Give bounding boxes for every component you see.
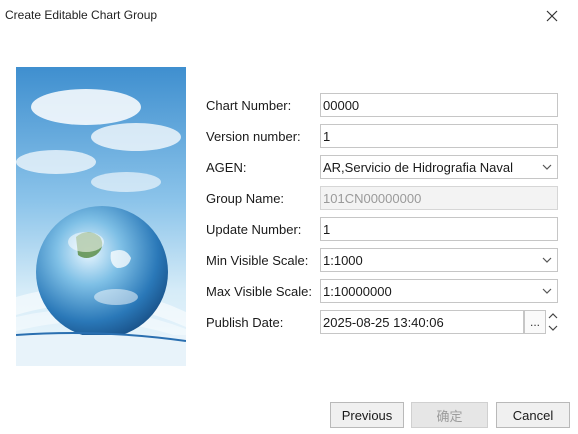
chart-number-value: 00000 <box>323 98 360 113</box>
publish-date-input[interactable]: 2025-08-25 13:40:06 <box>320 310 524 334</box>
chevron-down-icon <box>542 257 552 263</box>
update-number-input[interactable]: 1 <box>320 217 558 241</box>
close-icon <box>546 10 558 22</box>
spin-down-button[interactable] <box>547 322 559 334</box>
min-visible-scale-label: Min Visible Scale: <box>206 253 309 268</box>
min-visible-scale-select[interactable]: 1:1000 <box>320 248 558 272</box>
chart-number-input[interactable]: 00000 <box>320 93 558 117</box>
agen-label: AGEN: <box>206 160 247 175</box>
wizard-illustration <box>16 67 186 366</box>
max-visible-scale-select[interactable]: 1:10000000 <box>320 279 558 303</box>
max-visible-scale-value: 1:10000000 <box>323 284 392 299</box>
ok-button: 确定 <box>411 402 488 428</box>
publish-date-value: 2025-08-25 13:40:06 <box>323 315 444 330</box>
version-number-input[interactable]: 1 <box>320 124 558 148</box>
date-picker-button[interactable]: ... <box>524 310 546 334</box>
group-name-input: 101CN00000000 <box>320 186 558 210</box>
update-number-label: Update Number: <box>206 222 302 237</box>
max-visible-scale-label: Max Visible Scale: <box>206 284 312 299</box>
title-bar: Create Editable Chart Group <box>0 0 578 32</box>
agen-value: AR,Servicio de Hidrografia Naval <box>323 160 514 175</box>
chevron-down-icon <box>548 325 558 331</box>
version-number-label: Version number: <box>206 129 301 144</box>
group-name-label: Group Name: <box>206 191 285 206</box>
date-spinner[interactable] <box>547 310 559 334</box>
chevron-down-icon <box>542 164 552 170</box>
close-button[interactable] <box>540 5 564 27</box>
chart-number-label: Chart Number: <box>206 98 292 113</box>
agen-select[interactable]: AR,Servicio de Hidrografia Naval <box>320 155 558 179</box>
window-title: Create Editable Chart Group <box>5 8 158 22</box>
min-visible-scale-value: 1:1000 <box>323 253 363 268</box>
previous-button[interactable]: Previous <box>330 402 404 428</box>
version-number-value: 1 <box>323 129 331 144</box>
update-number-value: 1 <box>323 222 331 237</box>
chevron-up-icon <box>548 313 558 319</box>
spin-up-button[interactable] <box>547 310 559 322</box>
publish-date-label: Publish Date: <box>206 315 284 330</box>
cancel-button[interactable]: Cancel <box>496 402 570 428</box>
publish-date-row: Publish Date: 2025-08-25 13:40:06 ... <box>206 310 566 336</box>
chevron-down-icon <box>542 288 552 294</box>
group-name-value: 101CN00000000 <box>323 191 422 206</box>
